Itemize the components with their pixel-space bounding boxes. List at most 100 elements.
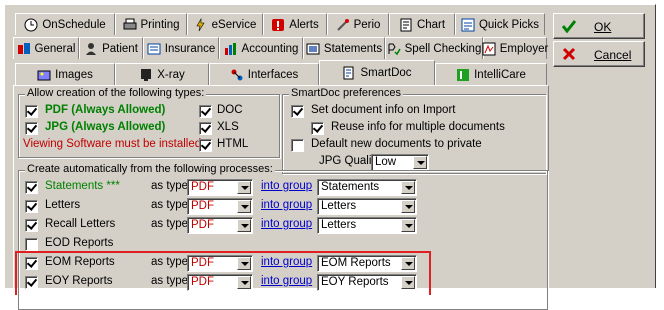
chevron-down-icon[interactable] (401, 181, 415, 194)
group-select[interactable]: Letters (317, 217, 417, 234)
type-value: PDF (191, 200, 214, 212)
xls-label: XLS (217, 121, 239, 133)
group-value: Letters (321, 200, 357, 212)
into-group-link[interactable]: into group (261, 180, 312, 192)
into-group-link[interactable]: into group (261, 218, 312, 230)
clock-icon (24, 18, 38, 32)
type-select[interactable]: PDF (187, 179, 253, 196)
set-doc-info-checkbox[interactable] (291, 105, 304, 118)
type-select[interactable]: PDF (187, 217, 253, 234)
tab-employer[interactable]: Employer (482, 37, 549, 59)
tab-label: Alerts (289, 18, 319, 31)
eservice-icon (194, 17, 208, 32)
perio-icon (336, 18, 350, 32)
red-x-icon (562, 47, 576, 61)
tab-label: Accounting (241, 42, 299, 55)
into-group-link[interactable]: into group (261, 199, 312, 211)
group-select[interactable]: Letters (317, 198, 417, 215)
doc-label: DOC (217, 104, 243, 116)
tab-spell-checking[interactable]: Spell Checking (385, 37, 483, 59)
group-title: SmartDoc preferences (289, 87, 404, 99)
process-checkbox[interactable] (25, 181, 38, 194)
chevron-down-icon[interactable] (413, 156, 427, 169)
process-label: EOD Reports (45, 237, 114, 249)
cancel-label: Cancel (594, 48, 632, 62)
tab-xray[interactable]: X-ray (115, 63, 209, 85)
process-checkbox[interactable] (25, 200, 38, 213)
employer-icon (482, 42, 496, 56)
html-checkbox[interactable] (199, 139, 212, 152)
chevron-down-icon[interactable] (237, 219, 251, 232)
tab-general[interactable]: General (13, 37, 79, 59)
red-highlight-box (15, 251, 431, 295)
accounting-icon (224, 42, 238, 56)
intellicare-icon (456, 68, 470, 82)
general-icon (17, 42, 31, 56)
tab-eservice[interactable]: eService (187, 13, 263, 35)
type-select[interactable]: PDF (187, 198, 253, 215)
statements-icon (306, 42, 320, 56)
chevron-down-icon[interactable] (237, 200, 251, 213)
tab-label: General (34, 42, 76, 55)
as-type-label: as type (151, 218, 189, 230)
xls-checkbox[interactable] (199, 122, 212, 135)
cancel-button[interactable]: Cancel (553, 41, 645, 67)
tab-chart[interactable]: Chart (389, 13, 455, 35)
spell-check-icon (387, 42, 401, 56)
type-value: PDF (191, 181, 214, 193)
tab-label: Patient (102, 42, 138, 55)
tab-label: eService (211, 18, 257, 31)
tab-label: Images (55, 68, 93, 81)
tab-insurance[interactable]: Insurance (143, 37, 219, 59)
tab-smartdoc[interactable]: SmartDoc (319, 60, 435, 85)
jpg-checkbox[interactable] (25, 122, 38, 135)
group-value: Statements (321, 181, 380, 193)
tab-images[interactable]: Images (15, 63, 115, 85)
process-label: Letters (45, 199, 81, 211)
patient-icon (84, 42, 98, 56)
tab-onschedule[interactable]: OnSchedule (15, 13, 115, 35)
group-select[interactable]: Statements (317, 179, 417, 196)
doc-checkbox[interactable] (199, 105, 212, 118)
group-title: Allow creation of the following types: (25, 87, 207, 99)
tab-statements[interactable]: Statements (303, 37, 385, 59)
pdf-checkbox[interactable] (25, 105, 38, 118)
allow-creation-group: Allow creation of the following types: P… (18, 87, 280, 158)
tab-patient[interactable]: Patient (79, 37, 143, 59)
jpg-quality-select[interactable]: Low (371, 154, 429, 171)
default-private-label: Default new documents to private (311, 138, 482, 150)
tab-quick-picks[interactable]: Quick Picks (455, 13, 545, 35)
tab-label: Quick Picks (478, 18, 540, 31)
tab-perio[interactable]: Perio (327, 13, 389, 35)
reuse-info-label: Reuse info for multiple documents (331, 121, 505, 133)
ok-button[interactable]: OK (553, 13, 645, 39)
options-dialog: OnSchedule Printing eService Alerts Peri… (4, 4, 656, 310)
reuse-info-checkbox[interactable] (311, 122, 324, 135)
tab-interfaces[interactable]: Interfaces (209, 63, 319, 85)
pdf-label: PDF (Always Allowed) (45, 104, 166, 116)
process-label: Statements *** (45, 180, 120, 192)
printer-icon (123, 18, 137, 32)
chevron-down-icon[interactable] (237, 181, 251, 194)
smartdoc-preferences-group: SmartDoc preferences Set document info o… (282, 87, 546, 174)
chevron-down-icon[interactable] (401, 219, 415, 232)
interfaces-icon (230, 68, 244, 82)
default-private-checkbox[interactable] (291, 139, 304, 152)
tab-intellicare[interactable]: IntelliCare (435, 63, 547, 85)
process-checkbox[interactable] (25, 238, 38, 251)
smartdoc-icon (342, 66, 356, 80)
type-value: PDF (191, 219, 214, 231)
tab-label: Employer (499, 42, 549, 55)
tab-printing[interactable]: Printing (115, 13, 187, 35)
group-title: Create automatically from the following … (25, 163, 275, 175)
tab-accounting[interactable]: Accounting (219, 37, 303, 59)
tab-alerts[interactable]: Alerts (263, 13, 327, 35)
xray-icon (139, 68, 153, 82)
chevron-down-icon[interactable] (401, 200, 415, 213)
process-checkbox[interactable] (25, 219, 38, 232)
viewing-software-warning: Viewing Software must be installed. (23, 138, 205, 150)
jpg-label: JPG (Always Allowed) (45, 121, 166, 133)
alert-icon (271, 18, 285, 32)
tab-label: IntelliCare (474, 68, 526, 81)
tab-label: SmartDoc (360, 67, 412, 79)
